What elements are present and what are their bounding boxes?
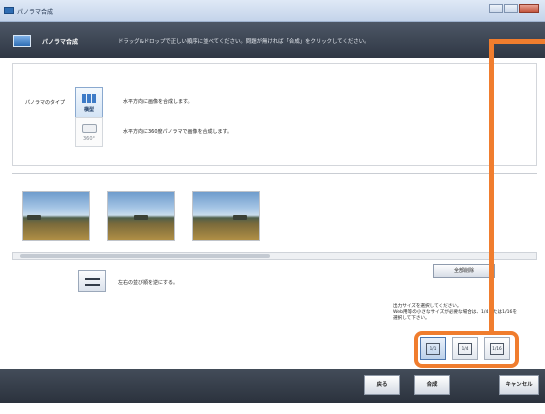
size-1-16-button[interactable]: 1/16 xyxy=(484,337,510,360)
back-button[interactable]: 戻る xyxy=(364,375,400,395)
maximize-button[interactable] xyxy=(504,4,518,13)
image-thumbnail-3[interactable] xyxy=(192,191,260,241)
image-thumbnail-1[interactable] xyxy=(22,191,90,241)
window-controls xyxy=(489,4,539,13)
scrollbar-thumb[interactable] xyxy=(20,254,270,258)
image-thumbnail-2[interactable] xyxy=(107,191,175,241)
instruction-text: ドラッグ&ドロップで正しい順序に並べてください。問題が無ければ「合成」をクリック… xyxy=(118,39,370,45)
type-horizontal-description: 水平方向に画像を合成します。 xyxy=(123,99,193,105)
header-bar: パノラマ合成 ドラッグ&ドロップで正しい順序に並べてください。問題が無ければ「合… xyxy=(0,22,545,58)
output-size-info-line-3: 選択して下さい。 xyxy=(393,315,430,321)
panorama-type-label: パノラマのタイプ xyxy=(25,100,66,106)
panorama-icon xyxy=(13,35,31,47)
size-1-16-label: 1/16 xyxy=(492,346,502,351)
type-horizontal-caption: 横型 xyxy=(83,107,94,113)
type-360-description: 水平方向に360度パノラマで画像を合成します。 xyxy=(123,129,233,135)
delete-all-button[interactable]: 全部削除 xyxy=(433,264,495,278)
page-title: パノラマ合成 xyxy=(42,39,79,46)
type-360-caption: 360° xyxy=(82,136,96,142)
panorama-360-icon xyxy=(82,124,97,133)
window-title: パノラマ合成 xyxy=(17,9,54,16)
size-1-1-button[interactable]: 1/1 xyxy=(420,337,446,360)
size-1-4-button[interactable]: 1/4 xyxy=(452,337,478,360)
reverse-order-button[interactable] xyxy=(78,270,106,292)
bottom-strip xyxy=(0,403,545,414)
title-bar: パノラマ合成 xyxy=(0,0,545,22)
output-size-info-line-2: Web用等の小さなサイズが必要な場合は、1/4または1/16を xyxy=(393,309,518,315)
type-360-button[interactable]: 360° xyxy=(75,117,103,147)
app-icon xyxy=(4,7,14,14)
close-button[interactable] xyxy=(519,4,539,13)
horizontal-panorama-icon xyxy=(82,94,97,103)
type-horizontal-button[interactable]: 横型 xyxy=(75,87,103,118)
minimize-button[interactable] xyxy=(489,4,503,13)
footer-bar xyxy=(0,369,545,403)
compose-button[interactable]: 合成 xyxy=(414,375,450,395)
size-1-1-label: 1/1 xyxy=(429,346,437,351)
highlight-connector-horizontal xyxy=(489,39,545,44)
highlight-connector-vertical xyxy=(489,39,494,335)
reverse-order-label: 左右の並び順を逆にする。 xyxy=(118,280,179,286)
output-size-info: 出力サイズを選択してください。 Web用等の小さなサイズが必要な場合は、1/4ま… xyxy=(393,304,533,321)
image-strip xyxy=(12,173,537,261)
size-1-4-label: 1/4 xyxy=(461,346,469,351)
cancel-button[interactable]: キャンセル xyxy=(499,375,539,395)
